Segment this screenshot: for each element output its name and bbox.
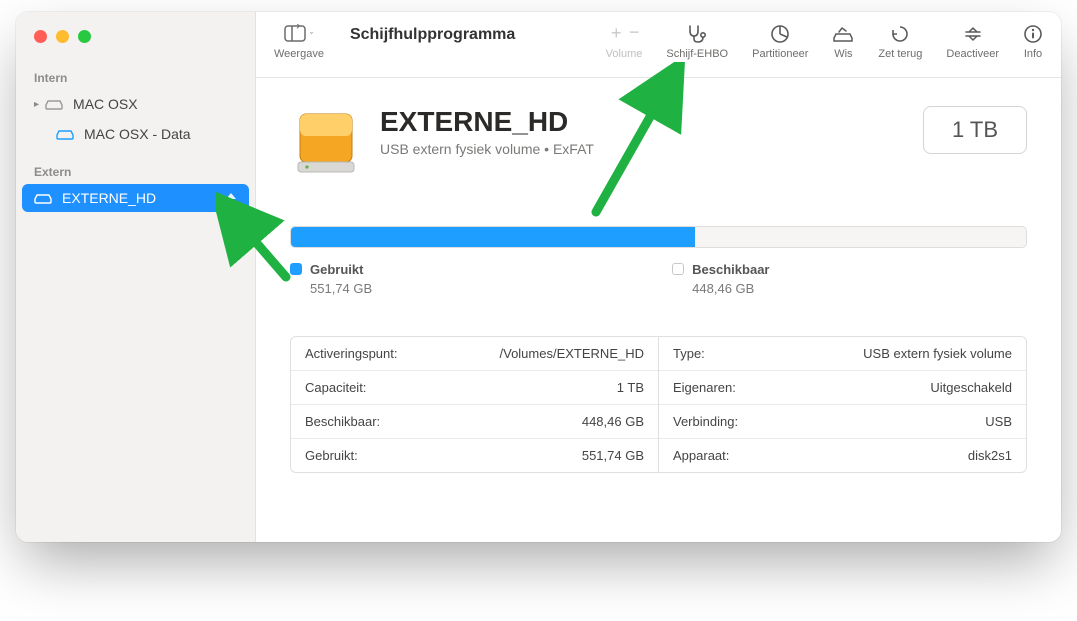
pie-icon <box>770 20 790 48</box>
info-key: Verbinding: <box>673 414 738 429</box>
toolbar-label: Info <box>1024 48 1042 60</box>
view-button[interactable]: ˇ Weergave <box>274 20 324 60</box>
toolbar-label: Schijf-EHBO <box>666 48 728 60</box>
unmount-icon <box>963 20 983 48</box>
minimize-window-button[interactable] <box>56 30 69 43</box>
sidebar: Intern ▸ MAC OSX MAC OSX - Data Extern E… <box>16 12 256 542</box>
toolbar-label: Deactiveer <box>946 48 999 60</box>
restore-button[interactable]: Zet terug <box>878 20 922 60</box>
sidebar-item-label: MAC OSX - Data <box>84 126 191 142</box>
partition-button[interactable]: Partitioneer <box>752 20 808 60</box>
info-value: /Volumes/EXTERNE_HD <box>500 346 645 361</box>
volume-header: EXTERNE_HD USB extern fysiek volume • Ex… <box>290 106 1027 178</box>
zoom-window-button[interactable] <box>78 30 91 43</box>
legend-used: Gebruikt 551,74 GB <box>290 262 372 296</box>
info-row: Verbinding: USB <box>659 405 1026 439</box>
sidebar-item-mac-osx-data[interactable]: MAC OSX - Data <box>22 120 249 148</box>
info-row: Gebruikt: 551,74 GB <box>291 439 658 472</box>
erase-button[interactable]: Wis <box>832 20 854 60</box>
info-key: Apparaat: <box>673 448 729 463</box>
volume-button: +− Volume <box>606 20 643 60</box>
usage-bar-used <box>291 227 695 247</box>
sidebar-item-label: MAC OSX <box>73 96 138 112</box>
info-row: Beschikbaar: 448,46 GB <box>291 405 658 439</box>
svg-text:+: + <box>611 24 622 43</box>
restore-icon <box>890 20 910 48</box>
toolbar-label: Wis <box>834 48 852 60</box>
info-value: Uitgeschakeld <box>930 380 1012 395</box>
capacity-box: 1 TB <box>923 106 1027 154</box>
toolbar-label: Zet terug <box>878 48 922 60</box>
sidebar-item-mac-osx[interactable]: ▸ MAC OSX <box>22 90 249 118</box>
toolbar-label: Volume <box>606 48 643 60</box>
volume-subtitle: USB extern fysiek volume • ExFAT <box>380 141 594 157</box>
main-panel: ˇ Weergave Schijfhulpprogramma +− Volume… <box>256 12 1061 542</box>
toolbar-label: Partitioneer <box>752 48 808 60</box>
eject-icon[interactable] <box>225 192 237 204</box>
info-key: Beschikbaar: <box>305 414 380 429</box>
info-table: Activeringspunt: /Volumes/EXTERNE_HD Capac… <box>290 336 1027 473</box>
info-row: Eigenaren: Uitgeschakeld <box>659 371 1026 405</box>
svg-text:ˇ: ˇ <box>310 31 313 41</box>
swatch-used <box>290 263 302 275</box>
info-key: Activeringspunt: <box>305 346 398 361</box>
volume-name: EXTERNE_HD <box>380 106 594 138</box>
info-key: Type: <box>673 346 705 361</box>
app-title: Schijfhulpprogramma <box>350 26 515 44</box>
toolbar: ˇ Weergave Schijfhulpprogramma +− Volume… <box>256 12 1061 78</box>
disk-utility-window: Intern ▸ MAC OSX MAC OSX - Data Extern E… <box>16 12 1061 542</box>
info-value: USB extern fysiek volume <box>863 346 1012 361</box>
sidebar-section-external: Extern <box>16 159 255 183</box>
volume-content: EXTERNE_HD USB extern fysiek volume • Ex… <box>256 78 1061 473</box>
first-aid-button[interactable]: Schijf-EHBO <box>666 20 728 60</box>
info-col-right: Type: USB extern fysiek volume Eigenaren: U… <box>659 337 1026 472</box>
info-value: USB <box>985 414 1012 429</box>
info-col-left: Activeringspunt: /Volumes/EXTERNE_HD Capac… <box>291 337 659 472</box>
sidebar-item-externe-hd[interactable]: EXTERNE_HD <box>22 184 249 212</box>
sidebar-icon: ˇ <box>284 20 314 48</box>
info-value: disk2s1 <box>968 448 1012 463</box>
info-row: Apparaat: disk2s1 <box>659 439 1026 472</box>
info-row: Capaciteit: 1 TB <box>291 371 658 405</box>
info-key: Eigenaren: <box>673 380 736 395</box>
usage-bar <box>290 226 1027 248</box>
info-button[interactable]: Info <box>1023 20 1043 60</box>
info-row: Type: USB extern fysiek volume <box>659 337 1026 371</box>
erase-icon <box>832 20 854 48</box>
info-row: Activeringspunt: /Volumes/EXTERNE_HD <box>291 337 658 371</box>
plus-minus-icon: +− <box>607 20 641 48</box>
toolbar-label: Weergave <box>274 48 324 60</box>
external-drive-icon <box>290 106 362 178</box>
swatch-free <box>672 263 684 275</box>
disk-icon <box>45 98 63 110</box>
sidebar-item-label: EXTERNE_HD <box>62 190 156 206</box>
svg-text:−: − <box>629 24 640 42</box>
disk-icon <box>56 128 74 140</box>
info-value: 1 TB <box>617 380 644 395</box>
usage-bar-section: Gebruikt 551,74 GB Beschikbaar 448,46 GB <box>290 226 1027 296</box>
sidebar-section-internal: Intern <box>16 65 255 89</box>
window-traffic-lights <box>16 26 255 65</box>
info-value: 448,46 GB <box>582 414 644 429</box>
stethoscope-icon <box>686 20 708 48</box>
chevron-right-icon: ▸ <box>34 99 39 110</box>
info-value: 551,74 GB <box>582 448 644 463</box>
info-key: Capaciteit: <box>305 380 366 395</box>
deactivate-button[interactable]: Deactiveer <box>946 20 999 60</box>
info-icon <box>1023 20 1043 48</box>
disk-icon <box>34 192 52 204</box>
close-window-button[interactable] <box>34 30 47 43</box>
legend-free: Beschikbaar 448,46 GB <box>672 262 769 296</box>
info-key: Gebruikt: <box>305 448 358 463</box>
